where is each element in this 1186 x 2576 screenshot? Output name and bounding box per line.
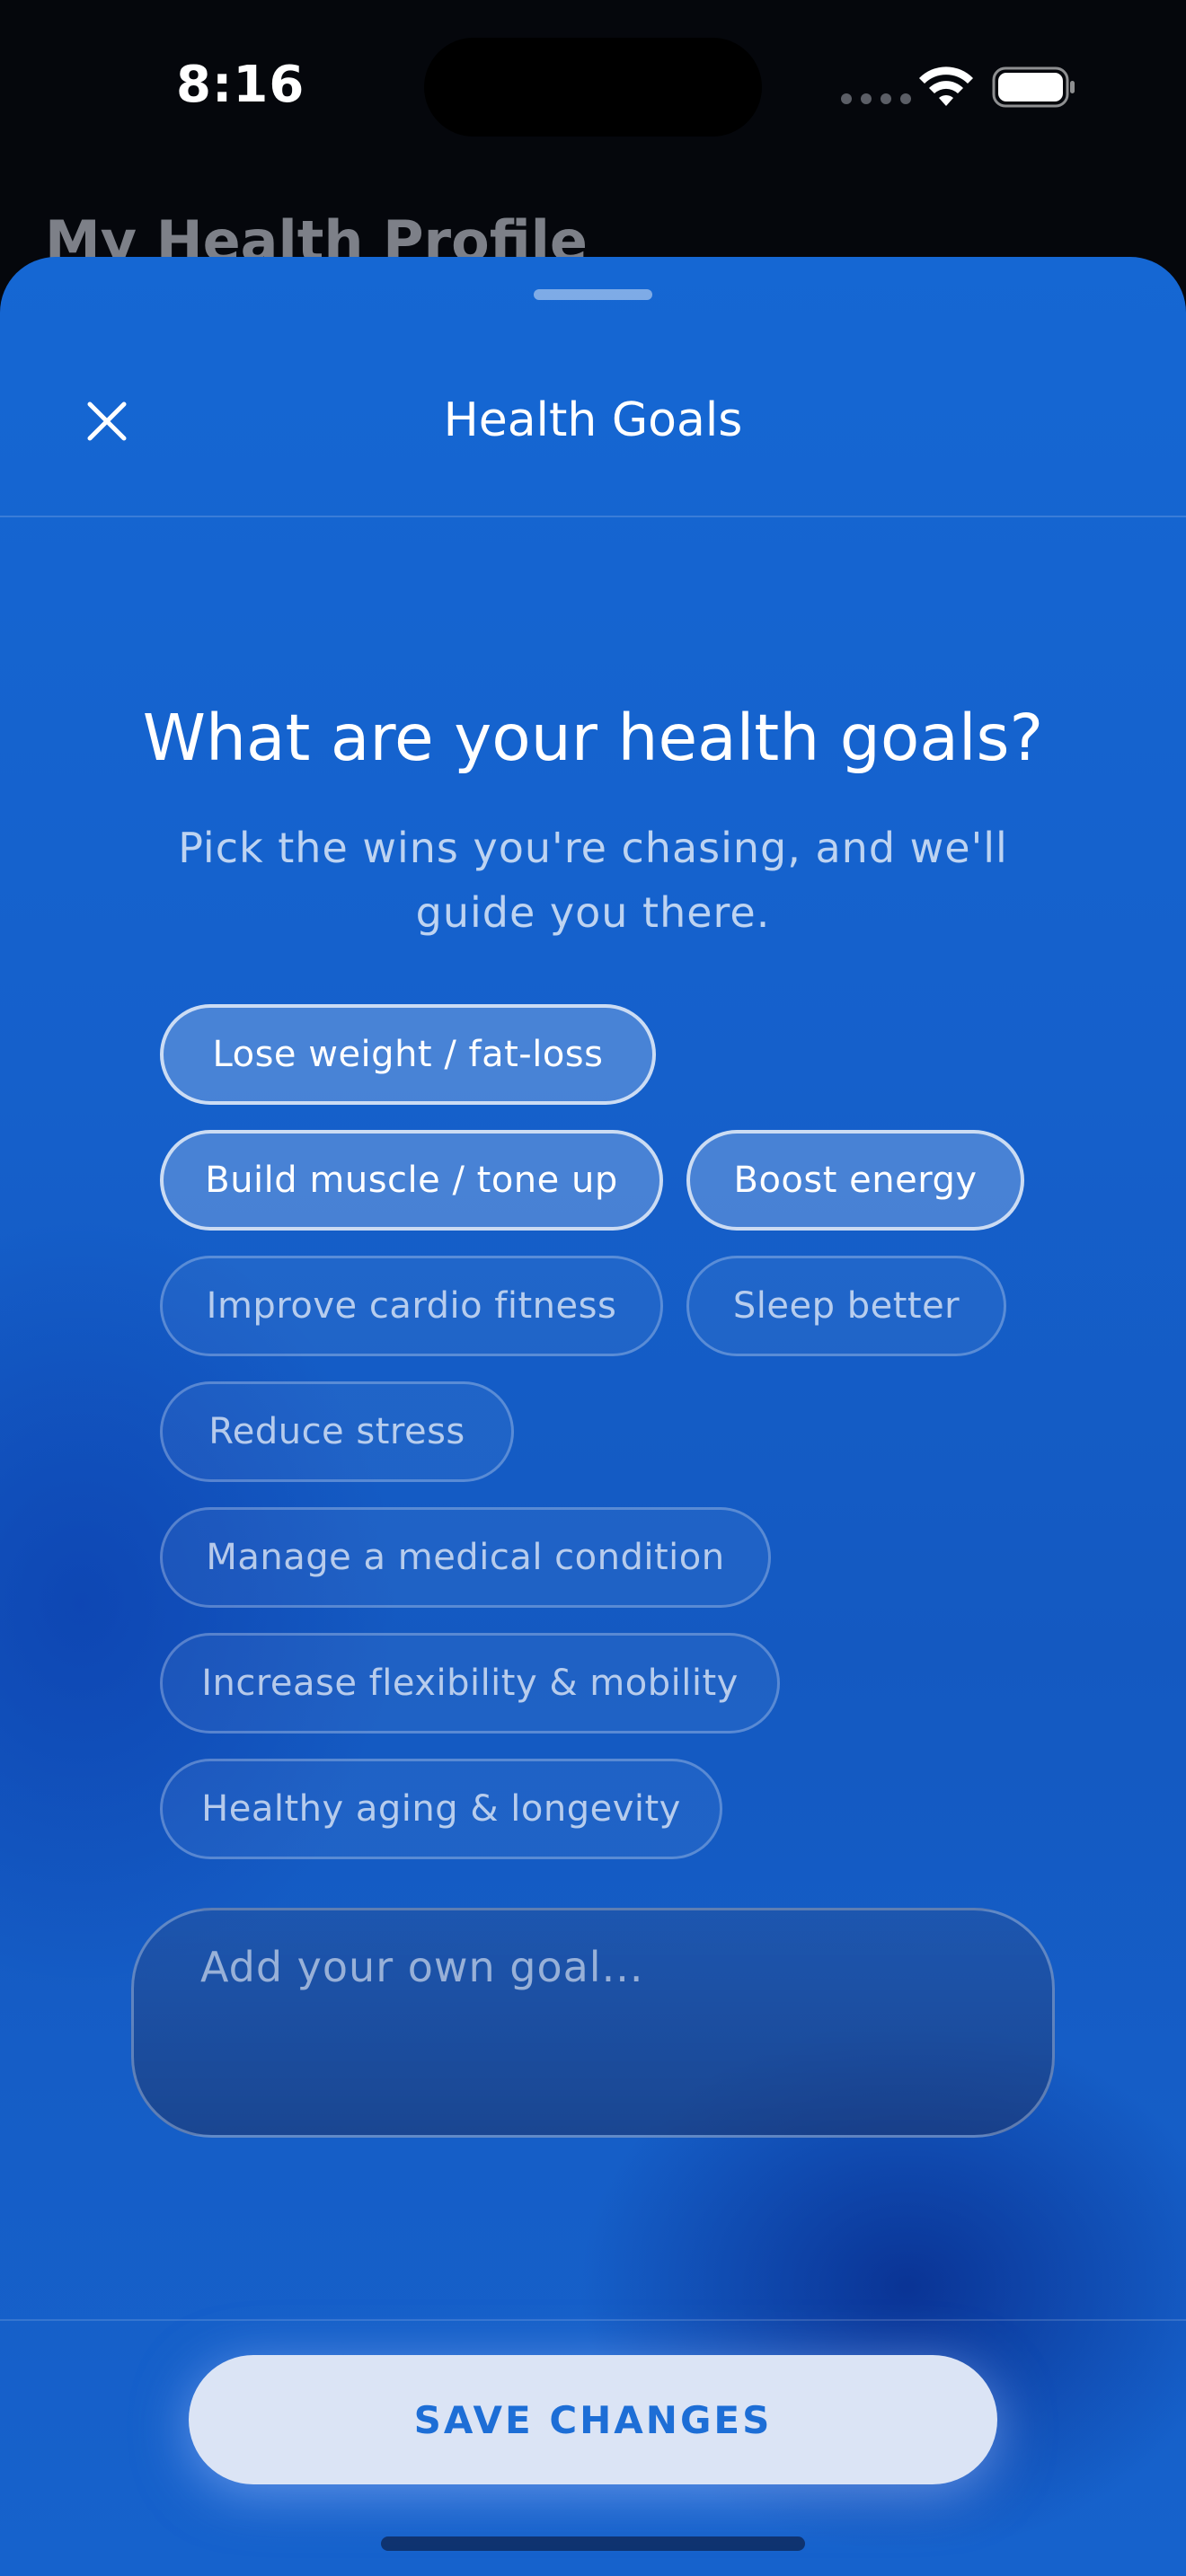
goal-chip-build-muscle[interactable]: Build muscle / tone up bbox=[160, 1130, 663, 1231]
goal-chip-label: Lose weight / fat-loss bbox=[212, 1034, 604, 1075]
goal-chip-medical-condition[interactable]: Manage a medical condition bbox=[160, 1507, 771, 1608]
goal-chip-lose-weight[interactable]: Lose weight / fat-loss bbox=[160, 1004, 656, 1105]
goal-chip-sleep-better[interactable]: Sleep better bbox=[686, 1256, 1006, 1356]
battery-icon bbox=[992, 66, 1075, 108]
sheet-title: Health Goals bbox=[443, 393, 743, 447]
cellular-dots-icon bbox=[841, 93, 911, 104]
custom-goal-input[interactable]: Add your own goal... bbox=[131, 1908, 1055, 2138]
dynamic-island bbox=[424, 38, 762, 137]
goal-chip-label: Reduce stress bbox=[208, 1411, 465, 1452]
goal-chip-label: Improve cardio fitness bbox=[206, 1285, 617, 1327]
goal-chip-healthy-aging[interactable]: Healthy aging & longevity bbox=[160, 1759, 722, 1859]
footer-divider bbox=[0, 2319, 1186, 2321]
status-bar: 8:16 bbox=[0, 0, 1186, 180]
goal-chip-label: Increase flexibility & mobility bbox=[201, 1663, 739, 1704]
header-divider bbox=[0, 516, 1186, 517]
wifi-icon bbox=[919, 66, 973, 106]
goal-chip-label: Healthy aging & longevity bbox=[201, 1788, 681, 1830]
goal-chip-reduce-stress[interactable]: Reduce stress bbox=[160, 1381, 514, 1482]
goal-chip-label: Build muscle / tone up bbox=[205, 1160, 618, 1201]
goals-question: What are your health goals? bbox=[142, 701, 1044, 775]
status-time: 8:16 bbox=[176, 56, 305, 114]
goal-chip-label: Sleep better bbox=[732, 1285, 960, 1327]
health-goals-sheet: Health Goals What are your health goals?… bbox=[0, 257, 1186, 2576]
goals-subtitle: Pick the wins you're chasing, and we'll … bbox=[178, 824, 1008, 937]
goal-chip-improve-cardio[interactable]: Improve cardio fitness bbox=[160, 1256, 663, 1356]
goal-chip-label: Manage a medical condition bbox=[206, 1537, 725, 1578]
goal-chip-label: Boost energy bbox=[733, 1160, 978, 1201]
goal-chip-boost-energy[interactable]: Boost energy bbox=[686, 1130, 1024, 1231]
save-changes-button[interactable]: SAVE CHANGES bbox=[189, 2355, 997, 2484]
goal-chip-flexibility[interactable]: Increase flexibility & mobility bbox=[160, 1633, 780, 1734]
custom-goal-placeholder: Add your own goal... bbox=[200, 1943, 644, 1991]
sheet-grabber[interactable] bbox=[534, 289, 652, 300]
home-indicator[interactable] bbox=[381, 2536, 805, 2551]
